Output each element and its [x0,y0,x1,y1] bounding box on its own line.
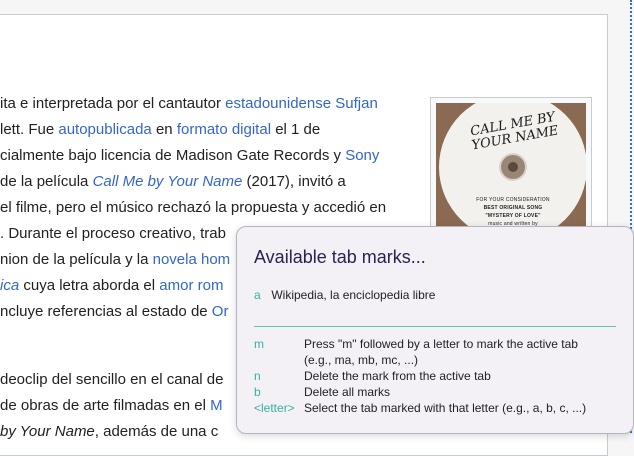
article-line: ncluye referencias al estado de Or [0,299,228,325]
article-line: ita e interpretada por el cantautor esta… [0,91,378,117]
article-link[interactable]: novela hom [153,251,231,268]
article-text: el filme, pero el músico rechazó la prop… [0,199,387,216]
article-link[interactable]: Sony [345,147,379,164]
article-text: de obras de arte filmadas en el [0,397,211,414]
tab-mark-key: a [254,288,261,302]
article-line: de la película Call Me by Your Name (201… [0,169,346,195]
article-line: by Your Name, además de una c [0,419,218,445]
article-link[interactable]: Or [212,303,229,320]
article-link[interactable]: estadounidense [225,95,331,112]
article-link[interactable]: amor rom [159,277,223,294]
tab-mark-item[interactable]: a Wikipedia, la enciclopedia libre [254,288,435,302]
article-link[interactable]: ica [0,277,19,294]
article-text: de la película [0,173,93,190]
article-line: deoclip del sencillo en el canal de [0,367,223,393]
article-link[interactable]: autopublicada [58,121,151,138]
cd-disc: CALL ME BY YOUR NAME FOR YOUR CONSIDERAT… [439,103,586,233]
tab-mark-label: Wikipedia, la enciclopedia libre [271,288,436,302]
article-text: lett. Fue [0,121,59,138]
article-text: cuya letra aborda el [19,277,160,294]
cd-hub [501,155,525,179]
album-title-handwritten: CALL ME BY YOUR NAME [469,109,560,154]
article-text: deoclip del sencillo en el canal de [0,371,224,388]
popup-divider [254,326,616,327]
article-line: cialmente bajo licencia de Madison Gate … [0,143,379,169]
article-line: . Durante el proceso creativo, trab [0,221,226,247]
album-consideration-text: FOR YOUR CONSIDERATION [476,197,550,203]
article-link[interactable]: Call Me by Your Name [93,173,243,190]
article-link[interactable]: Sufjan [335,95,378,112]
article-link[interactable]: M [210,397,223,414]
article-text: el 1 de [271,121,321,138]
article-text: cialmente bajo licencia de Madison Gate … [0,147,346,164]
article-line: de obras de arte filmadas en el M [0,393,223,419]
article-text: . Durante el proceso creativo, trab [0,225,226,242]
article-text: nion de la película y la [0,251,153,268]
article-text: ncluye referencias al estado de [0,303,212,320]
article-text: , además de una c [94,423,219,440]
album-category-text: BEST ORIGINAL SONG [483,205,543,211]
article-text: by Your Name [0,423,95,440]
article-line: nion de la película y la novela hom [0,247,230,273]
article-link[interactable]: formato digital [177,121,271,138]
album-cover-image: CALL ME BY YOUR NAME FOR YOUR CONSIDERAT… [436,103,586,233]
album-cover-figure[interactable]: CALL ME BY YOUR NAME FOR YOUR CONSIDERAT… [430,97,592,239]
article-text: ita e interpretada por el cantautor [0,95,226,112]
popup-title: Available tab marks... [254,247,426,267]
article-line: ica cuya letra aborda el amor rom [0,273,223,299]
article-text: en [151,121,177,138]
article-line: lett. Fue autopublicada en formato digit… [0,117,320,143]
album-song-text: "MYSTERY OF LOVE" [485,213,541,219]
article-text: (2017), invitó a [242,173,346,190]
tab-marks-popup: Available tab marks... a Wikipedia, la e… [236,226,634,434]
article-line: el filme, pero el músico rechazó la prop… [0,195,386,221]
